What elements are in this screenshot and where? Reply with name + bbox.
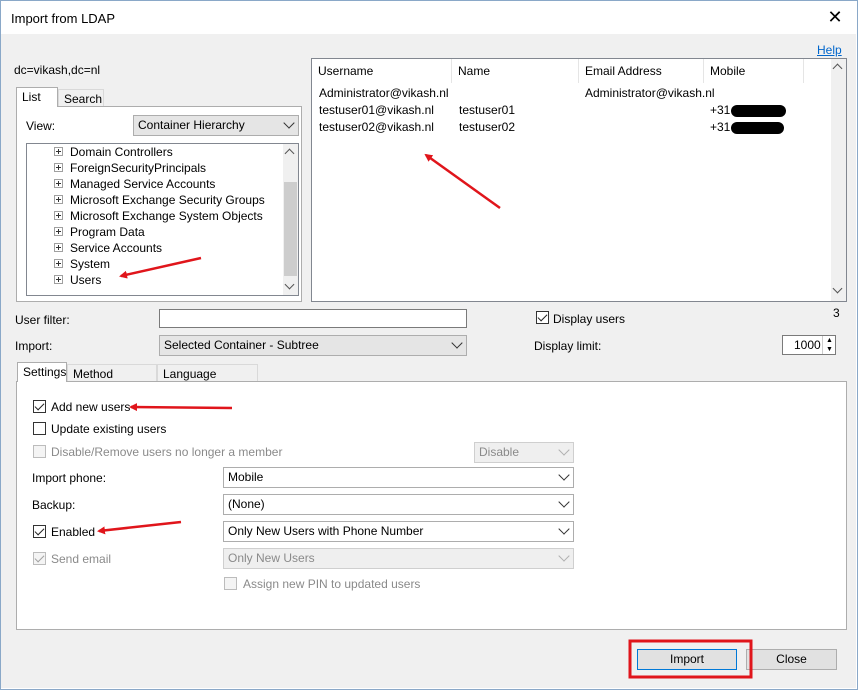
tab-list-label: List [22,90,41,104]
annotation-arrow-add-users [129,403,233,412]
annotation-arrow-users [119,256,202,279]
tab-settings-label: Settings [23,365,67,379]
annotation-box-import [628,639,753,679]
tab-settings[interactable]: Settings [17,362,67,382]
annotation-arrow-enabled [97,520,182,535]
annotation-arrow-list [424,153,501,210]
annotation-overlay [97,153,753,679]
tab-list[interactable]: List [16,87,58,107]
